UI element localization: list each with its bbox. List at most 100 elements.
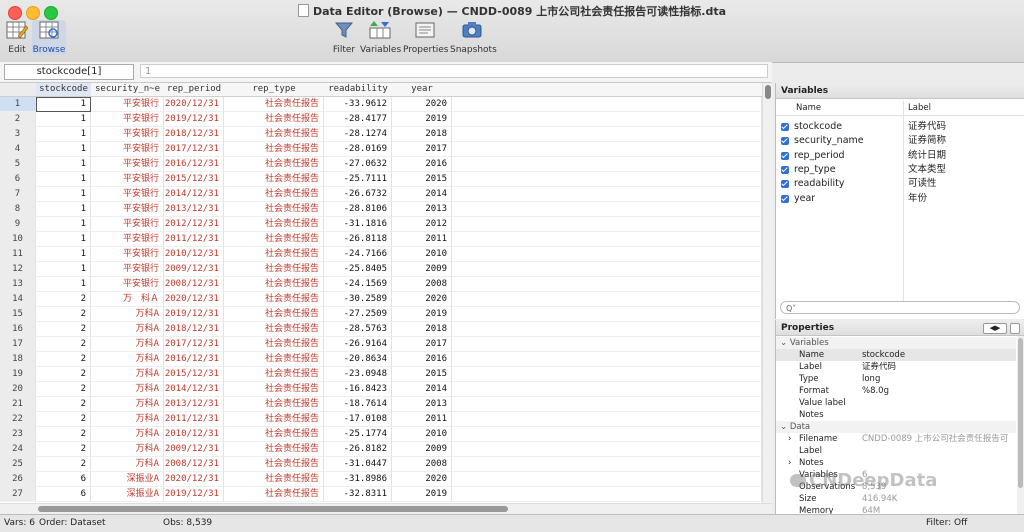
cell-rep-type[interactable]: 社会责任报告	[224, 112, 324, 127]
cell-stockcode[interactable]: 2	[36, 442, 91, 457]
cell-stockcode[interactable]: 2	[36, 412, 91, 427]
cell-year[interactable]: 2011	[392, 232, 452, 247]
cell-year[interactable]: 2010	[392, 247, 452, 262]
snapshots-button[interactable]: Snapshots	[450, 20, 497, 55]
cell-security-name[interactable]: 深振业A	[91, 487, 164, 502]
cell-rep-period[interactable]: 2008/12/31	[164, 457, 224, 472]
cell-stockcode[interactable]: 6	[36, 487, 91, 502]
table-row[interactable]: 3 1 平安银行 2018/12/31 社会责任报告 -28.1274 2018	[0, 127, 762, 142]
cell-readability[interactable]: -24.1569	[324, 277, 392, 292]
variables-search-input[interactable]: Q˅	[780, 301, 1020, 314]
cell-rep-period[interactable]: 2019/12/31	[164, 487, 224, 502]
cell-readability[interactable]: -26.8118	[324, 232, 392, 247]
row-number[interactable]: 7	[0, 187, 36, 202]
cell-rep-period[interactable]: 2014/12/31	[164, 187, 224, 202]
property-row[interactable]: Label 证券代码	[776, 361, 1016, 373]
column-header-year[interactable]: year	[392, 83, 452, 97]
property-row[interactable]: Format %8.0g	[776, 385, 1016, 397]
cell-rep-type[interactable]: 社会责任报告	[224, 412, 324, 427]
cell-rep-period[interactable]: 2020/12/31	[164, 97, 224, 112]
cell-security-name[interactable]: 万科A	[91, 397, 164, 412]
table-row[interactable]: 8 1 平安银行 2013/12/31 社会责任报告 -28.8106 2013	[0, 202, 762, 217]
cell-rep-type[interactable]: 社会责任报告	[224, 382, 324, 397]
cell-year[interactable]: 2016	[392, 352, 452, 367]
cell-rep-type[interactable]: 社会责任报告	[224, 172, 324, 187]
cell-year[interactable]: 2020	[392, 292, 452, 307]
table-row[interactable]: 20 2 万科A 2014/12/31 社会责任报告 -16.8423 2014	[0, 382, 762, 397]
cell-readability[interactable]: -25.1774	[324, 427, 392, 442]
table-row[interactable]: 12 1 平安银行 2009/12/31 社会责任报告 -25.8405 2009	[0, 262, 762, 277]
cell-year[interactable]: 2008	[392, 457, 452, 472]
table-row[interactable]: 23 2 万科A 2010/12/31 社会责任报告 -25.1774 2010	[0, 427, 762, 442]
cell-rep-period[interactable]: 2019/12/31	[164, 112, 224, 127]
cell-rep-type[interactable]: 社会责任报告	[224, 232, 324, 247]
cell-rep-type[interactable]: 社会责任报告	[224, 157, 324, 172]
cell-readability[interactable]: -28.4177	[324, 112, 392, 127]
row-number[interactable]: 13	[0, 277, 36, 292]
row-number[interactable]: 26	[0, 472, 36, 487]
variables-button[interactable]: Variables	[360, 20, 401, 55]
cell-stockcode[interactable]: 1	[36, 277, 91, 292]
cell-rep-period[interactable]: 2020/12/31	[164, 292, 224, 307]
cell-rep-period[interactable]: 2014/12/31	[164, 382, 224, 397]
row-number[interactable]: 19	[0, 367, 36, 382]
property-row[interactable]: Label	[776, 445, 1016, 457]
cell-readability[interactable]: -23.0948	[324, 367, 392, 382]
cell-readability[interactable]: -17.0108	[324, 412, 392, 427]
cell-security-name[interactable]: 平安银行	[91, 97, 164, 112]
row-number[interactable]: 24	[0, 442, 36, 457]
cell-readability[interactable]: -26.8182	[324, 442, 392, 457]
cell-rep-type[interactable]: 社会责任报告	[224, 277, 324, 292]
cell-security-name[interactable]: 平安银行	[91, 217, 164, 232]
cell-year[interactable]: 2009	[392, 442, 452, 457]
cell-name-box[interactable]: stockcode[1]	[4, 64, 134, 80]
cell-rep-type[interactable]: 社会责任报告	[224, 322, 324, 337]
cell-security-name[interactable]: 平安银行	[91, 262, 164, 277]
cell-year[interactable]: 2019	[392, 487, 452, 502]
cell-year[interactable]: 2017	[392, 142, 452, 157]
cell-rep-type[interactable]: 社会责任报告	[224, 142, 324, 157]
table-row[interactable]: 24 2 万科A 2009/12/31 社会责任报告 -26.8182 2009	[0, 442, 762, 457]
table-row[interactable]: 2 1 平安银行 2019/12/31 社会责任报告 -28.4177 2019	[0, 112, 762, 127]
cell-rep-type[interactable]: 社会责任报告	[224, 127, 324, 142]
cell-rep-type[interactable]: 社会责任报告	[224, 397, 324, 412]
row-number[interactable]: 5	[0, 157, 36, 172]
row-number[interactable]: 15	[0, 307, 36, 322]
table-row[interactable]: 26 6 深振业A 2020/12/31 社会责任报告 -31.8986 2020	[0, 472, 762, 487]
cell-stockcode[interactable]: 2	[36, 322, 91, 337]
cell-security-name[interactable]: 平安银行	[91, 157, 164, 172]
cell-rep-period[interactable]: 2009/12/31	[164, 442, 224, 457]
table-row[interactable]: 27 6 深振业A 2019/12/31 社会责任报告 -32.8311 2019	[0, 487, 762, 502]
cell-stockcode[interactable]: 1	[36, 202, 91, 217]
cell-readability[interactable]: -28.0169	[324, 142, 392, 157]
label-column-header[interactable]: Label	[908, 101, 931, 115]
row-number[interactable]: 3	[0, 127, 36, 142]
cell-year[interactable]: 2013	[392, 202, 452, 217]
variable-list-item[interactable]: rep_period 统计日期	[776, 149, 1016, 163]
cell-rep-period[interactable]: 2009/12/31	[164, 262, 224, 277]
cell-rep-type[interactable]: 社会责任报告	[224, 217, 324, 232]
cell-rep-period[interactable]: 2016/12/31	[164, 157, 224, 172]
row-number[interactable]: 12	[0, 262, 36, 277]
cell-security-name[interactable]: 万科A	[91, 412, 164, 427]
cell-rep-type[interactable]: 社会责任报告	[224, 472, 324, 487]
cell-rep-type[interactable]: 社会责任报告	[224, 97, 324, 112]
cell-year[interactable]: 2011	[392, 412, 452, 427]
cell-readability[interactable]: -27.2509	[324, 307, 392, 322]
column-header-readability[interactable]: readability	[324, 83, 392, 97]
row-number[interactable]: 25	[0, 457, 36, 472]
cell-rep-period[interactable]: 2011/12/31	[164, 232, 224, 247]
vertical-scroll-thumb[interactable]	[765, 85, 771, 99]
row-number[interactable]: 22	[0, 412, 36, 427]
table-row[interactable]: 4 1 平安银行 2017/12/31 社会责任报告 -28.0169 2017	[0, 142, 762, 157]
cell-stockcode[interactable]: 1	[36, 127, 91, 142]
column-header-rep-period[interactable]: rep_period	[164, 83, 224, 97]
filter-button[interactable]: Filter	[330, 20, 358, 55]
table-row[interactable]: 25 2 万科A 2008/12/31 社会责任报告 -31.0447 2008	[0, 457, 762, 472]
cell-year[interactable]: 2012	[392, 217, 452, 232]
table-row[interactable]: 1 1 平安银行 2020/12/31 社会责任报告 -33.9612 2020	[0, 97, 762, 112]
table-row[interactable]: 13 1 平安银行 2008/12/31 社会责任报告 -24.1569 2008	[0, 277, 762, 292]
table-row[interactable]: 21 2 万科A 2013/12/31 社会责任报告 -18.7614 2013	[0, 397, 762, 412]
row-number[interactable]: 23	[0, 427, 36, 442]
row-number[interactable]: 10	[0, 232, 36, 247]
